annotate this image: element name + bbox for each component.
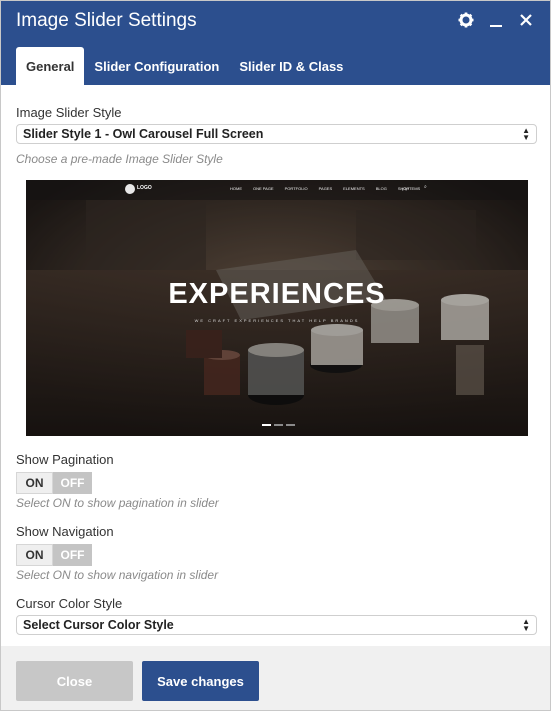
preview-nav-item: PAGES — [318, 186, 333, 191]
tab-general[interactable]: General — [16, 47, 85, 85]
preview-dot — [262, 424, 271, 426]
dialog-footer: Close Save changes — [1, 646, 550, 710]
preview-nav: HOME ONE PAGE PORTFOLIO PAGES ELEMENTS B… — [230, 186, 409, 191]
tab-slider-id-class[interactable]: Slider ID & Class — [229, 47, 353, 85]
close-icon[interactable] — [518, 10, 534, 30]
cursor-color-label: Cursor Color Style — [16, 596, 123, 611]
preview-logo: LOGO — [137, 185, 152, 191]
header-controls — [458, 10, 534, 30]
show-pagination-label: Show Pagination — [16, 452, 114, 467]
preview-nav-item: BLOG — [375, 186, 387, 191]
tab-slider-configuration[interactable]: Slider Configuration — [84, 47, 229, 85]
preview-nav-item: PORTFOLIO — [284, 186, 308, 191]
pagination-off-option[interactable]: OFF — [53, 472, 92, 494]
close-button[interactable]: Close — [16, 661, 133, 701]
image-slider-settings-dialog: Image Slider Settings General Slider Con… — [0, 0, 551, 711]
select-arrows-icon: ▲ ▼ — [522, 126, 530, 142]
preview-heading: EXPERIENCES — [168, 278, 386, 310]
dialog-header: Image Slider Settings General Slider Con… — [1, 1, 550, 85]
show-navigation-label: Show Navigation — [16, 524, 114, 539]
preview-nav-item: ONE PAGE — [253, 186, 274, 191]
slider-style-select[interactable]: Slider Style 1 - Owl Carousel Full Scree… — [16, 124, 537, 144]
tab-bar: General Slider Configuration Slider ID &… — [16, 47, 353, 85]
preview-dot — [274, 424, 283, 426]
navigation-on-option[interactable]: ON — [16, 544, 53, 566]
navigation-toggle[interactable]: ON OFF — [16, 544, 92, 566]
navigation-off-option[interactable]: OFF — [53, 544, 92, 566]
slider-style-hint: Choose a pre-made Image Slider Style — [16, 152, 223, 166]
preview-nav-item: HOME — [230, 186, 242, 191]
navigation-hint: Select ON to show navigation in slider — [16, 568, 219, 582]
cursor-color-select[interactable]: Select Cursor Color Style ▲ ▼ — [16, 615, 537, 635]
preview-dot — [286, 424, 295, 426]
slider-style-preview: LOGO HOME ONE PAGE PORTFOLIO PAGES ELEME… — [26, 180, 528, 436]
pagination-on-option[interactable]: ON — [16, 472, 53, 494]
slider-style-label: Image Slider Style — [16, 105, 122, 120]
preview-search-icon: ⌕ — [424, 184, 427, 190]
preview-nav-item: ELEMENTS — [343, 186, 365, 191]
pagination-hint: Select ON to show pagination in slider — [16, 496, 219, 510]
minimize-icon[interactable] — [488, 10, 504, 30]
save-changes-button[interactable]: Save changes — [142, 661, 259, 701]
dialog-title: Image Slider Settings — [16, 10, 197, 31]
slider-style-value: Slider Style 1 - Owl Carousel Full Scree… — [23, 127, 264, 141]
gear-icon[interactable] — [458, 10, 474, 30]
preview-cart: (0) ITEMS — [402, 186, 421, 191]
cursor-color-value: Select Cursor Color Style — [23, 618, 174, 632]
preview-pagination-dots — [262, 424, 295, 426]
pagination-toggle[interactable]: ON OFF — [16, 472, 92, 494]
select-arrows-icon: ▲ ▼ — [522, 617, 530, 633]
preview-subheading: WE CRAFT EXPERIENCES THAT HELP BRANDS — [194, 318, 360, 323]
